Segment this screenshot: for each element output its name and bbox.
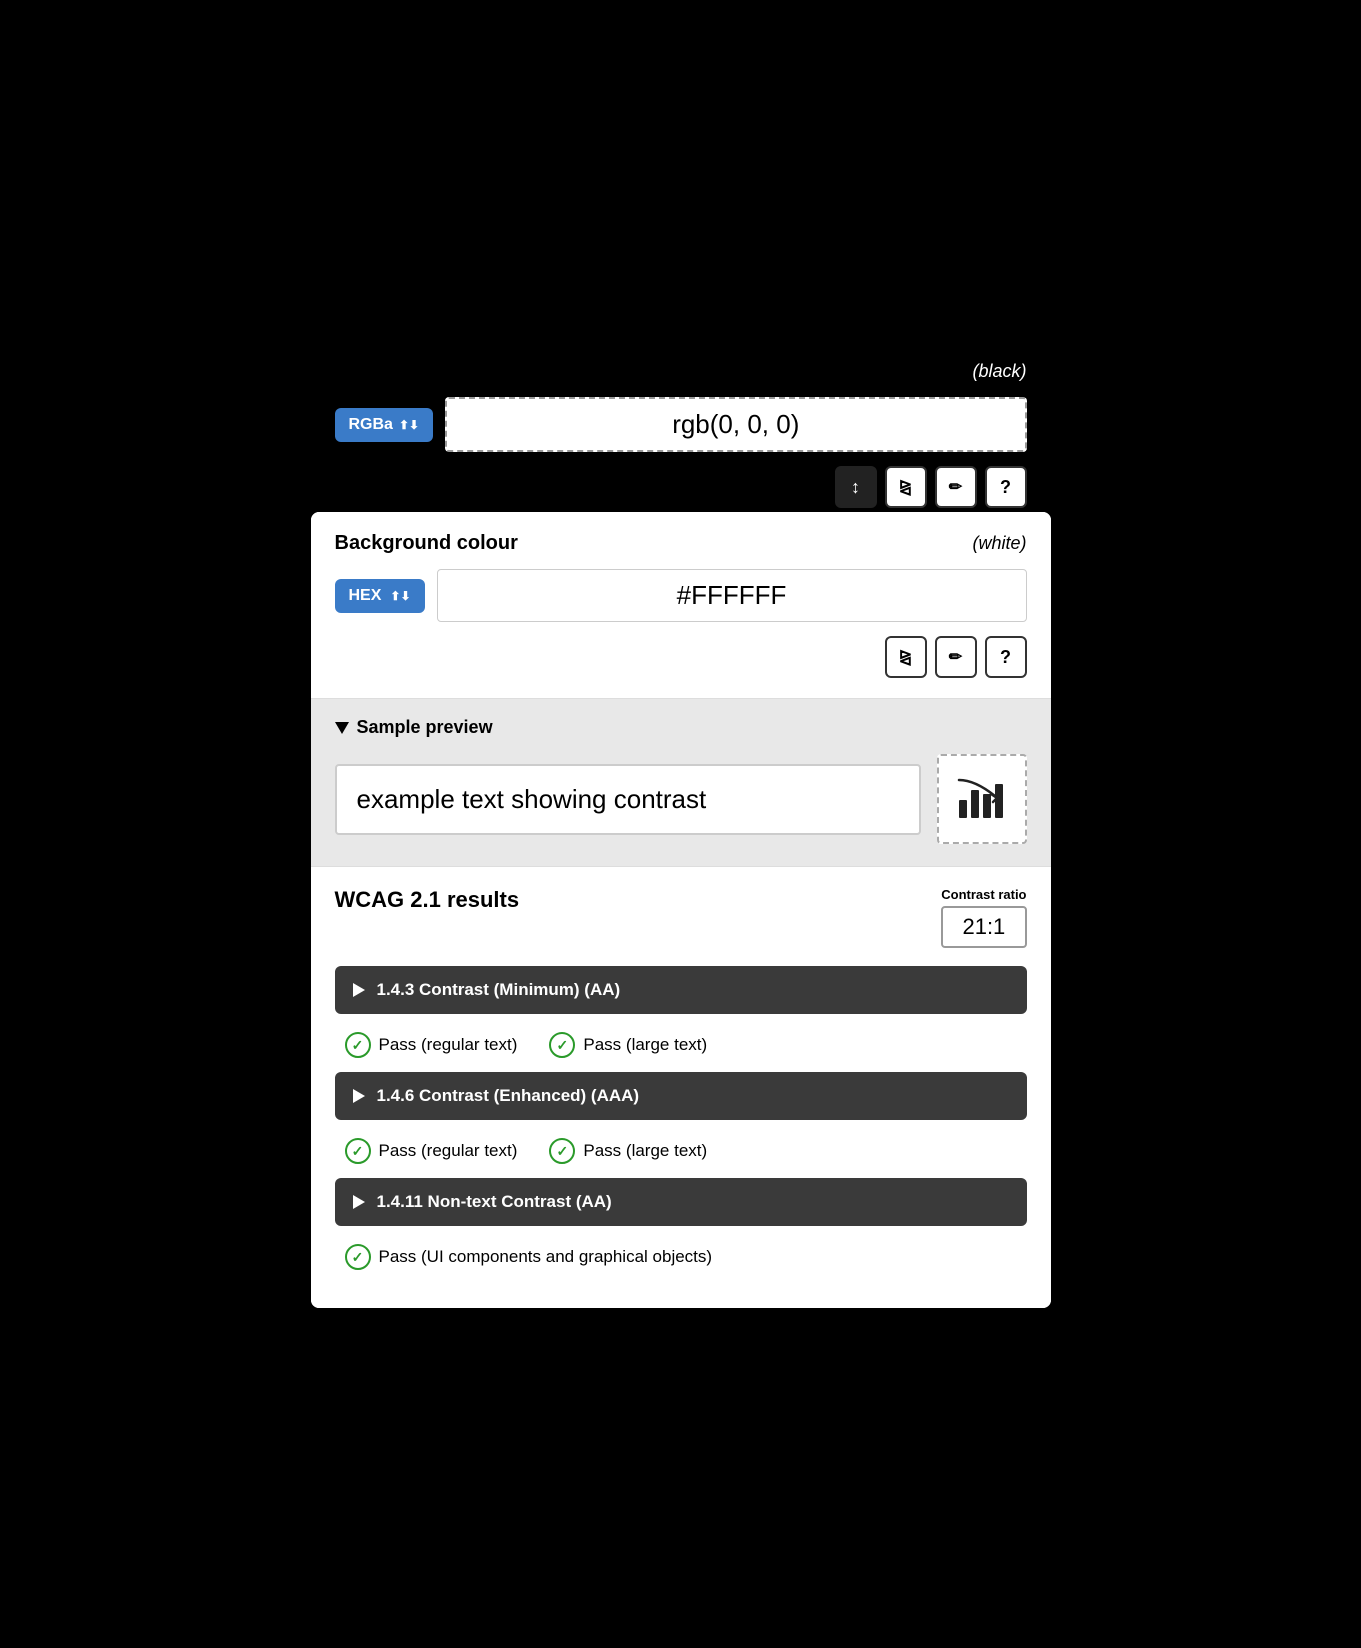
- preview-sample-text: example text showing contrast: [357, 784, 707, 814]
- criterion-1-4-6[interactable]: 1.4.6 Contrast (Enhanced) (AAA): [335, 1072, 1027, 1120]
- contrast-ratio-label: Contrast ratio: [941, 887, 1026, 902]
- preview-chart-box[interactable]: [937, 754, 1027, 844]
- wcag-title: WCAG 2.1 results: [335, 887, 520, 913]
- bg-color-input[interactable]: [437, 569, 1027, 622]
- fg-title: Foreground colour: [335, 360, 514, 383]
- pass-item-large-aa: ✓ Pass (large text): [549, 1032, 707, 1058]
- contrast-ratio-value: 21:1: [941, 906, 1026, 948]
- bg-sliders-btn[interactable]: ⧎: [885, 636, 927, 678]
- pass-list-1-4-11: ✓ Pass (UI components and graphical obje…: [335, 1240, 1027, 1284]
- fg-color-input[interactable]: [445, 397, 1026, 452]
- bg-format-arrow: ⬆⬇: [390, 589, 410, 603]
- fg-format-arrow: ⬆⬇: [399, 418, 419, 432]
- fg-toolbar: ↕ ⧎ ✏ ?: [335, 466, 1027, 508]
- bg-eyedropper-btn[interactable]: ✏: [935, 636, 977, 678]
- expand-icon-1-4-3: [353, 983, 365, 997]
- pass-item-ui: ✓ Pass (UI components and graphical obje…: [345, 1244, 713, 1270]
- outer-container: Foreground colour (black) RGBa ⬆⬇ ↕ ⧎ ✏ …: [291, 320, 1071, 1328]
- pass-checkmark-regular-aa: ✓: [345, 1032, 371, 1058]
- bg-section: Background colour (white) HEX ⬆⬇ ⧎ ✏ ?: [311, 512, 1051, 698]
- fg-sort-btn[interactable]: ↕: [835, 466, 877, 508]
- contrast-ratio-box: Contrast ratio 21:1: [941, 887, 1026, 948]
- bg-format-label: HEX: [349, 587, 382, 605]
- preview-content: example text showing contrast: [335, 754, 1027, 844]
- pass-item-regular-aa: ✓ Pass (regular text): [345, 1032, 518, 1058]
- bg-help-btn[interactable]: ?: [985, 636, 1027, 678]
- pass-item-large-aaa: ✓ Pass (large text): [549, 1138, 707, 1164]
- expand-icon-1-4-6: [353, 1089, 365, 1103]
- preview-text-box: example text showing contrast: [335, 764, 921, 835]
- criterion-1-4-6-label: 1.4.6 Contrast (Enhanced) (AAA): [377, 1086, 640, 1106]
- pass-checkmark-large-aaa: ✓: [549, 1138, 575, 1164]
- wcag-header: WCAG 2.1 results Contrast ratio 21:1: [335, 887, 1027, 948]
- preview-section: Sample preview example text showing cont…: [311, 699, 1051, 866]
- pass-checkmark-large-aa: ✓: [549, 1032, 575, 1058]
- fg-section-header: Foreground colour (black): [335, 360, 1027, 383]
- sliders-icon: ⧎: [899, 477, 912, 497]
- bg-sliders-icon: ⧎: [899, 647, 912, 667]
- pass-list-1-4-6: ✓ Pass (regular text) ✓ Pass (large text…: [335, 1134, 1027, 1178]
- pass-checkmark-ui: ✓: [345, 1244, 371, 1270]
- bg-help-icon: ?: [1000, 647, 1011, 668]
- main-card: Background colour (white) HEX ⬆⬇ ⧎ ✏ ?: [311, 512, 1051, 1308]
- bg-toolbar: ⧎ ✏ ?: [335, 636, 1027, 678]
- bg-format-select[interactable]: HEX ⬆⬇: [335, 579, 425, 613]
- pass-item-regular-aaa: ✓ Pass (regular text): [345, 1138, 518, 1164]
- sort-icon: ↕: [851, 477, 860, 498]
- criterion-1-4-3[interactable]: 1.4.3 Contrast (Minimum) (AA): [335, 966, 1027, 1014]
- fg-eyedropper-btn[interactable]: ✏: [935, 466, 977, 508]
- pass-label-regular-aaa: Pass (regular text): [379, 1141, 518, 1161]
- pass-label-large-aa: Pass (large text): [583, 1035, 707, 1055]
- preview-title: Sample preview: [357, 717, 493, 738]
- pass-label-ui: Pass (UI components and graphical object…: [379, 1247, 713, 1267]
- bg-color-name: (white): [972, 533, 1026, 554]
- fg-input-row: RGBa ⬆⬇: [335, 397, 1027, 452]
- pass-label-large-aaa: Pass (large text): [583, 1141, 707, 1161]
- eyedropper-icon: ✏: [949, 477, 962, 497]
- fg-format-select[interactable]: RGBa ⬆⬇: [335, 408, 434, 442]
- pass-label-regular-aa: Pass (regular text): [379, 1035, 518, 1055]
- criterion-1-4-11[interactable]: 1.4.11 Non-text Contrast (AA): [335, 1178, 1027, 1226]
- preview-header: Sample preview: [335, 717, 1027, 738]
- wcag-section: WCAG 2.1 results Contrast ratio 21:1 1.4…: [311, 867, 1051, 1308]
- criterion-1-4-3-label: 1.4.3 Contrast (Minimum) (AA): [377, 980, 621, 1000]
- chart-icon: [955, 772, 1009, 826]
- fg-format-label: RGBa: [349, 416, 393, 434]
- fg-color-name: (black): [972, 361, 1026, 382]
- collapse-icon[interactable]: [335, 722, 349, 734]
- pass-checkmark-regular-aaa: ✓: [345, 1138, 371, 1164]
- criterion-1-4-11-label: 1.4.11 Non-text Contrast (AA): [377, 1192, 612, 1212]
- fg-sliders-btn[interactable]: ⧎: [885, 466, 927, 508]
- bg-eyedropper-icon: ✏: [949, 647, 962, 667]
- fg-help-btn[interactable]: ?: [985, 466, 1027, 508]
- bg-title: Background colour: [335, 532, 518, 555]
- pass-list-1-4-3: ✓ Pass (regular text) ✓ Pass (large text…: [335, 1028, 1027, 1072]
- bg-input-row: HEX ⬆⬇: [335, 569, 1027, 622]
- bg-section-header: Background colour (white): [335, 532, 1027, 555]
- expand-icon-1-4-11: [353, 1195, 365, 1209]
- help-icon: ?: [1000, 477, 1011, 498]
